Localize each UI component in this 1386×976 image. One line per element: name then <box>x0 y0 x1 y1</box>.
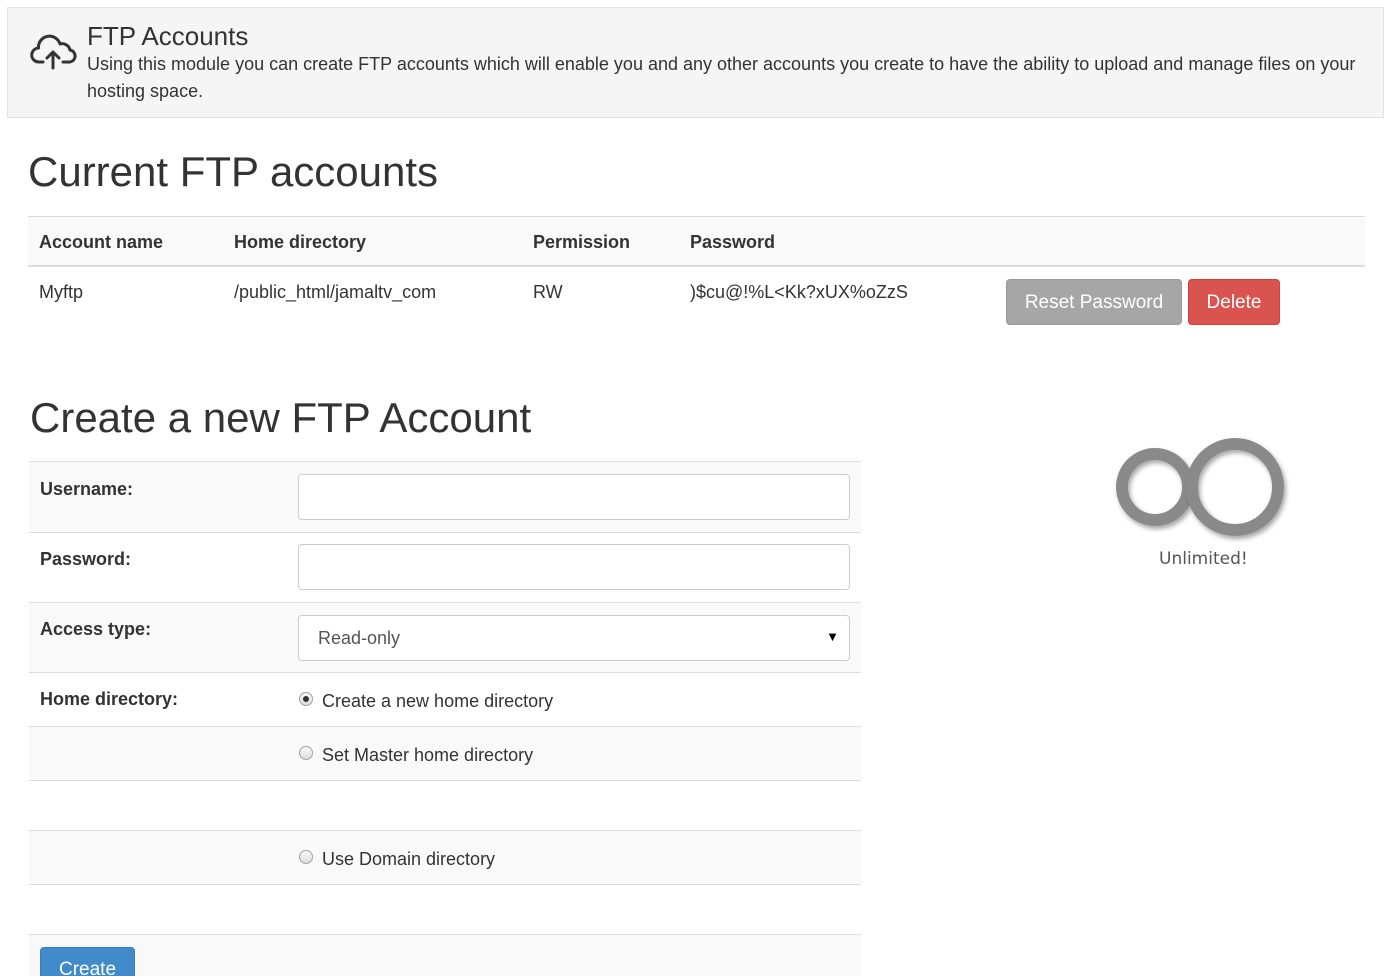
radio-domain-directory[interactable] <box>299 850 313 864</box>
column-header-account-name: Account name <box>39 232 164 252</box>
password-label: Password: <box>40 549 132 569</box>
create-account-heading: Create a new FTP Account <box>30 394 532 441</box>
password-cell: )$cu@!%L<Kk?xUX%oZzS <box>690 282 908 302</box>
ftp-accounts-page: FTP Accounts Using this module you can c… <box>0 0 1386 976</box>
domain-directory-row: Use Domain directory <box>29 830 861 884</box>
home-directory-label: Home directory: <box>40 689 179 709</box>
username-label: Username: <box>40 479 134 499</box>
column-header-home-directory: Home directory <box>234 232 367 252</box>
password-input[interactable] <box>298 544 850 590</box>
module-header: FTP Accounts Using this module you can c… <box>7 7 1384 118</box>
radio-master-home-label[interactable]: Set Master home directory <box>322 745 533 766</box>
radio-domain-directory-label[interactable]: Use Domain directory <box>322 849 495 870</box>
module-description: Using this module you can create FTP acc… <box>87 54 1356 101</box>
unlimited-label: Unlimited! <box>1159 549 1248 569</box>
username-row: Username: <box>29 461 861 532</box>
module-title: FTP Accounts <box>87 21 249 51</box>
column-header-password: Password <box>690 232 776 252</box>
access-type-select[interactable]: Read-only ▼ <box>298 615 850 661</box>
radio-create-new-home-label[interactable]: Create a new home directory <box>322 691 553 712</box>
radio-create-new-home[interactable] <box>299 692 313 706</box>
spacer-row <box>29 884 861 934</box>
account-name-cell: Myftp <box>39 282 84 302</box>
column-header-permission: Permission <box>533 232 631 252</box>
access-type-value: Read-only <box>318 628 401 648</box>
dropdown-arrow-icon: ▼ <box>826 629 839 644</box>
master-home-row: Set Master home directory <box>29 726 861 780</box>
delete-button[interactable]: Delete <box>1188 279 1280 325</box>
create-button[interactable]: Create <box>40 947 135 976</box>
home-directory-row: Home directory: Create a new home direct… <box>29 672 861 726</box>
reset-password-button[interactable]: Reset Password <box>1006 279 1182 325</box>
accounts-table-header: Account name Home directory Permission P… <box>28 216 1365 267</box>
access-type-label: Access type: <box>40 619 152 639</box>
home-directory-cell: /public_html/jamaltv_com <box>234 282 437 302</box>
cloud-upload-icon <box>30 34 77 70</box>
permission-cell: RW <box>533 282 563 302</box>
password-row: Password: <box>29 532 861 602</box>
spacer-row <box>29 780 861 830</box>
current-accounts-heading: Current FTP accounts <box>28 148 439 195</box>
submit-row <box>29 934 861 976</box>
username-input[interactable] <box>298 474 850 520</box>
radio-master-home[interactable] <box>299 746 313 760</box>
access-type-row: Access type: Read-only ▼ <box>29 602 861 672</box>
